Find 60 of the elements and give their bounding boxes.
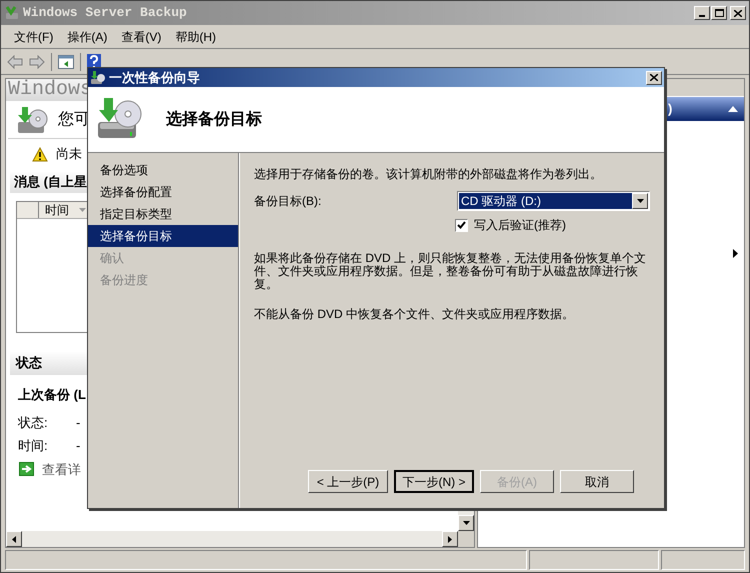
warning-icon: [32, 146, 48, 162]
scroll-right-button[interactable]: [442, 531, 458, 547]
field-label: 时间:: [18, 437, 49, 455]
wizard-step[interactable]: 选择备份配置: [88, 181, 238, 203]
scroll-left-button[interactable]: [6, 531, 22, 547]
backup-drive-icon: [16, 104, 50, 134]
menu-item[interactable]: 文件(F): [7, 26, 60, 48]
column-header[interactable]: [17, 202, 39, 218]
forward-arrow-icon[interactable]: [29, 54, 45, 68]
section-title: 状态: [16, 354, 42, 372]
maximize-icon: [714, 9, 724, 17]
close-icon: [734, 10, 742, 16]
scrollbar-corner: [458, 531, 474, 547]
wizard-button[interactable]: < 上一步(P): [308, 470, 388, 493]
actions-title: ): [668, 100, 672, 118]
sort-arrow-icon: [79, 208, 86, 212]
close-button[interactable]: [646, 70, 662, 84]
app-icon: [4, 5, 20, 21]
verify-label: 写入后验证(推荐): [474, 217, 566, 234]
field-value: -: [76, 414, 80, 432]
scroll-down-button[interactable]: [458, 515, 474, 531]
minimize-button[interactable]: [694, 6, 710, 20]
last-backup-label: 上次备份 (L: [17, 386, 87, 404]
left-arrow-icon: [12, 536, 16, 542]
back-arrow-icon[interactable]: [7, 54, 23, 68]
destination-label: 备份目标(B):: [254, 193, 322, 210]
wizard-step[interactable]: 备份选项: [88, 159, 238, 181]
window-title: Windows Server Backup: [23, 4, 187, 22]
down-arrow-icon: [636, 199, 644, 203]
intro-text: 您可: [58, 110, 90, 130]
maximize-button[interactable]: [711, 6, 727, 20]
note-text: 不能从备份 DVD 中恢复各个文件、文件夹或应用程序数据。: [254, 306, 576, 323]
wizard-step[interactable]: 选择备份目标: [88, 225, 238, 247]
collapse-icon[interactable]: [728, 106, 738, 112]
dialog-title: 一次性备份向导: [109, 68, 200, 87]
checkmark-icon: [457, 221, 466, 229]
verify-checkbox[interactable]: [455, 218, 468, 232]
destination-dropdown[interactable]: CD 驱动器 (D:): [457, 191, 650, 211]
details-link[interactable]: 查看详: [42, 460, 81, 479]
field-label: 状态:: [18, 414, 49, 432]
close-icon: [650, 74, 658, 81]
panel-icon[interactable]: [58, 54, 74, 68]
note-text: 如果将此备份存储在 DVD 上，则只能恢复整卷，无法使用备份恢复单个文件、文件夹或应用程序数据。但是，整卷备份可有助于从磁盘故障进行恢复。: [254, 252, 648, 291]
page-heading: 选择备份目标: [166, 110, 262, 130]
warning-text: 尚未: [56, 145, 82, 164]
right-arrow-icon: [448, 536, 452, 542]
app-icon: [90, 70, 106, 86]
description-text: 选择用于存储备份的卷。该计算机附带的外部磁盘将作为卷列出。: [254, 166, 603, 183]
menu-item[interactable]: 帮助(H): [168, 26, 223, 48]
wizard-button[interactable]: 下一步(N) >: [394, 470, 474, 493]
field-value: -: [76, 437, 80, 455]
down-arrow-icon: [462, 521, 470, 525]
menu-item[interactable]: 操作(A): [60, 26, 114, 48]
minimize-icon: [699, 15, 705, 17]
wizard-button[interactable]: 取消: [560, 470, 634, 493]
section-title: 消息 (自上星: [14, 173, 87, 192]
arrow-icon: [19, 462, 34, 476]
expand-arrow-icon[interactable]: [733, 249, 738, 258]
close-button[interactable]: [730, 6, 746, 20]
menu-item[interactable]: 查看(V): [114, 26, 168, 48]
